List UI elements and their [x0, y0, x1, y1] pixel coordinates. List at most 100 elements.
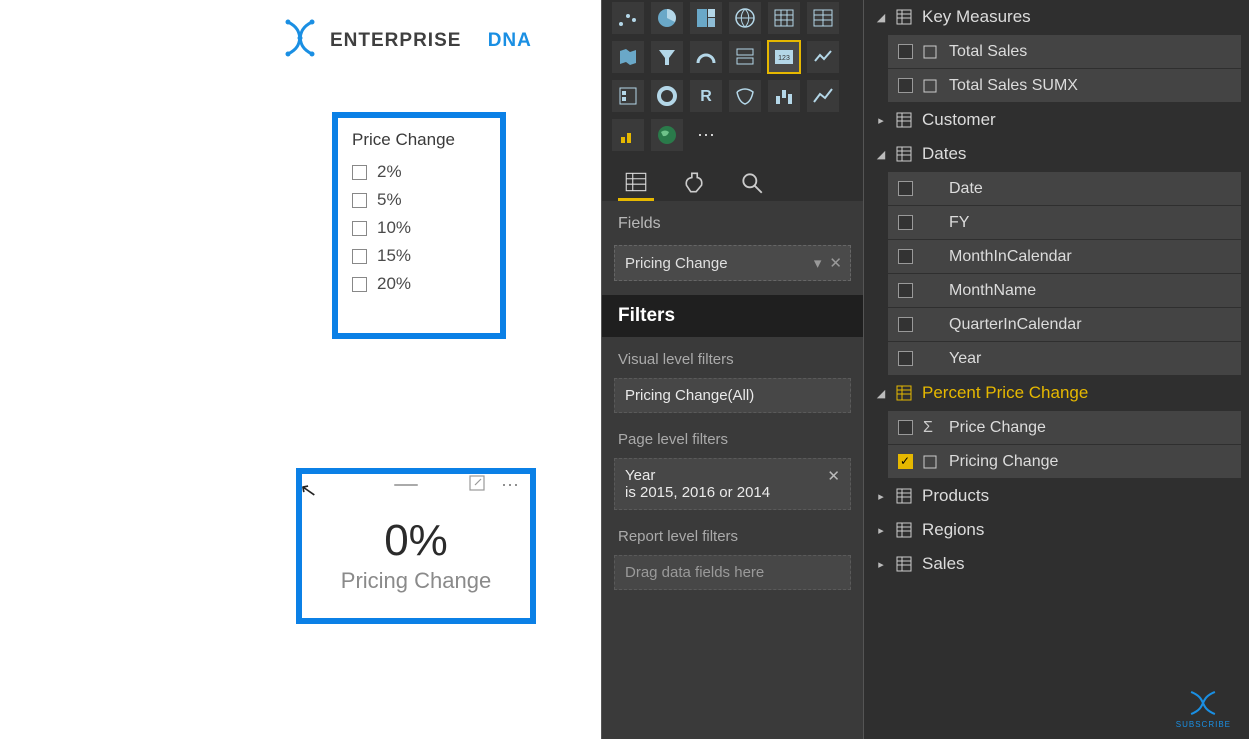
price-change-slicer[interactable]: Price Change 2% 5% 10% 15% 20%: [332, 112, 506, 339]
tab-format-icon[interactable]: [676, 165, 712, 201]
table-key-measures[interactable]: ◢ Key Measures: [864, 0, 1249, 34]
viz-combo-icon[interactable]: [612, 119, 644, 151]
checkbox-icon[interactable]: [352, 277, 367, 292]
close-icon[interactable]: ✕: [827, 467, 840, 485]
field-pricing-change[interactable]: Pricing Change: [888, 445, 1241, 478]
viz-kpi-icon[interactable]: [807, 41, 839, 73]
page-filter[interactable]: Year is 2015, 2016 or 2014 ✕: [614, 458, 851, 510]
checkbox-checked-icon[interactable]: [898, 454, 913, 469]
table-products[interactable]: ▸ Products: [864, 479, 1249, 513]
checkbox-icon[interactable]: [898, 283, 913, 298]
viz-gauge-icon[interactable]: [690, 41, 722, 73]
collapse-icon[interactable]: ◢: [876, 11, 886, 24]
viz-filled-map-icon[interactable]: [612, 41, 644, 73]
checkbox-icon[interactable]: [898, 317, 913, 332]
expand-icon[interactable]: ▸: [876, 524, 886, 537]
svg-text:123: 123: [778, 55, 790, 62]
page-level-filters-label: Page level filters: [602, 417, 863, 454]
field-quarterincalendar[interactable]: QuarterInCalendar: [888, 308, 1241, 341]
pricing-change-card[interactable]: ⋯ 0% Pricing Change: [296, 468, 536, 624]
checkbox-icon[interactable]: [352, 221, 367, 236]
focus-mode-icon[interactable]: [469, 475, 485, 496]
checkbox-icon[interactable]: [352, 249, 367, 264]
viz-card-icon[interactable]: 123: [768, 41, 800, 73]
checkbox-icon[interactable]: [898, 351, 913, 366]
expand-icon[interactable]: ▸: [876, 490, 886, 503]
table-dates[interactable]: ◢ Dates: [864, 137, 1249, 171]
report-filter-dropzone[interactable]: Drag data fields here: [614, 555, 851, 590]
field-total-sales[interactable]: Total Sales: [888, 35, 1241, 68]
field-fy[interactable]: FY: [888, 206, 1241, 239]
viz-funnel-icon[interactable]: [651, 41, 683, 73]
field-date[interactable]: Date: [888, 172, 1241, 205]
viz-globe-icon[interactable]: [651, 119, 683, 151]
viz-donut-icon[interactable]: [651, 80, 683, 112]
expand-icon[interactable]: ▸: [876, 558, 886, 571]
viz-multirow-card-icon[interactable]: [729, 41, 761, 73]
checkbox-icon[interactable]: [898, 78, 913, 93]
checkbox-icon[interactable]: [352, 165, 367, 180]
slicer-item[interactable]: 2%: [352, 158, 486, 186]
checkbox-icon[interactable]: [898, 44, 913, 59]
collapse-icon[interactable]: ◢: [876, 148, 886, 161]
property-tabs: [602, 157, 863, 201]
viz-r-visual-icon[interactable]: R: [690, 80, 722, 112]
visual-level-filters-label: Visual level filters: [602, 337, 863, 374]
more-options-icon[interactable]: ⋯: [501, 475, 520, 496]
slicer-item[interactable]: 5%: [352, 186, 486, 214]
card-label: Pricing Change: [302, 568, 530, 594]
visual-filter[interactable]: Pricing Change(All): [614, 378, 851, 413]
close-icon[interactable]: ✕: [829, 254, 842, 272]
viz-more-icon[interactable]: ⋯: [690, 119, 722, 151]
viz-map-icon[interactable]: [729, 2, 761, 34]
slicer-item[interactable]: 20%: [352, 270, 486, 298]
table-customer[interactable]: ▸ Customer: [864, 103, 1249, 137]
dna-icon: [280, 18, 320, 64]
viz-arcgis-icon[interactable]: [729, 80, 761, 112]
viz-scatter-icon[interactable]: [612, 2, 644, 34]
fields-panel: ◢ Key Measures Total Sales Total Sales S…: [863, 0, 1249, 739]
collapse-icon[interactable]: ◢: [876, 387, 886, 400]
card-toolbar: ⋯: [302, 474, 530, 496]
report-level-filters-label: Report level filters: [602, 514, 863, 551]
checkbox-icon[interactable]: [898, 215, 913, 230]
viz-treemap-icon[interactable]: [690, 2, 722, 34]
viz-table-icon[interactable]: [768, 2, 800, 34]
slicer-item[interactable]: 10%: [352, 214, 486, 242]
field-monthname[interactable]: MonthName: [888, 274, 1241, 307]
subscribe-badge[interactable]: SUBSCRIBE: [1176, 688, 1231, 729]
slicer-item[interactable]: 15%: [352, 242, 486, 270]
checkbox-icon[interactable]: [898, 420, 913, 435]
table-sales[interactable]: ▸ Sales: [864, 547, 1249, 581]
field-well-value[interactable]: Pricing Change ▾ ✕: [614, 245, 851, 281]
measure-icon: [923, 79, 939, 93]
table-icon: [896, 112, 912, 128]
table-icon: [896, 385, 912, 401]
table-icon: [896, 556, 912, 572]
viz-slicer-icon[interactable]: [612, 80, 644, 112]
sigma-icon: Σ: [923, 419, 939, 437]
field-year[interactable]: Year: [888, 342, 1241, 375]
table-percent-price-change[interactable]: ◢ Percent Price Change: [864, 376, 1249, 410]
viz-waterfall-icon[interactable]: [768, 80, 800, 112]
expand-icon[interactable]: ▸: [876, 114, 886, 127]
viz-matrix-icon[interactable]: [807, 2, 839, 34]
drag-grip-icon[interactable]: [394, 484, 418, 486]
measure-icon: [923, 45, 939, 59]
tab-analytics-icon[interactable]: [734, 165, 770, 201]
card-value: 0%: [302, 516, 530, 566]
logo-text-1: ENTERPRISE: [330, 30, 461, 52]
field-price-change[interactable]: ΣPrice Change: [888, 411, 1241, 444]
checkbox-icon[interactable]: [898, 249, 913, 264]
checkbox-icon[interactable]: [898, 181, 913, 196]
field-monthincalendar[interactable]: MonthInCalendar: [888, 240, 1241, 273]
viz-pie-icon[interactable]: [651, 2, 683, 34]
chevron-down-icon[interactable]: ▾: [814, 254, 822, 272]
checkbox-icon[interactable]: [352, 193, 367, 208]
table-icon: [896, 488, 912, 504]
viz-line-icon[interactable]: [807, 80, 839, 112]
table-regions[interactable]: ▸ Regions: [864, 513, 1249, 547]
tab-fields-icon[interactable]: [618, 165, 654, 201]
report-canvas[interactable]: ENTERPRISE DNA Price Change 2% 5% 10% 15…: [0, 0, 601, 739]
field-total-sales-sumx[interactable]: Total Sales SUMX: [888, 69, 1241, 102]
